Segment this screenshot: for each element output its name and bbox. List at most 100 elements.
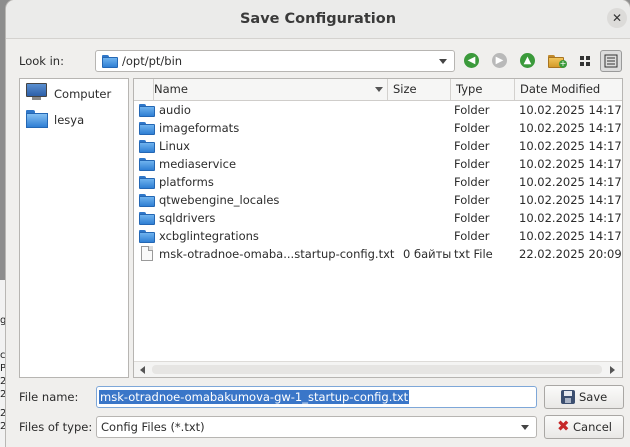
file-size: 0 байты bbox=[403, 247, 452, 261]
file-name-input[interactable]: msk-otradnoe-omabakumova-gw-1_startup-co… bbox=[96, 386, 537, 408]
sort-descending-icon bbox=[375, 87, 383, 92]
save-configuration-dialog: Save Configuration ✕ Look in: /opt/pt/bi… bbox=[6, 0, 630, 447]
file-type: Folder bbox=[454, 229, 490, 243]
file-row[interactable]: qtwebengine_locales Folder 10.02.2025 14… bbox=[134, 191, 622, 209]
plus-icon: + bbox=[559, 59, 567, 68]
floppy-disk-icon bbox=[561, 390, 575, 404]
scroll-left-icon[interactable] bbox=[140, 366, 145, 374]
folder-icon bbox=[139, 104, 155, 117]
sidebar-item-computer[interactable]: Computer bbox=[24, 81, 128, 105]
folder-icon bbox=[139, 140, 155, 153]
file-list-header: Name Size Type Date Modified bbox=[134, 79, 622, 101]
scroll-right-icon[interactable] bbox=[610, 366, 615, 374]
icon-view-button[interactable] bbox=[574, 50, 596, 72]
scrollbar-thumb[interactable] bbox=[152, 365, 602, 374]
file-date: 10.02.2025 14:17 bbox=[519, 175, 622, 189]
folder-icon bbox=[139, 176, 155, 189]
file-name: xcbglintegrations bbox=[159, 229, 259, 243]
forward-arrow-icon: ▶ bbox=[492, 53, 507, 68]
cancel-button[interactable]: ✖ Cancel bbox=[544, 415, 624, 439]
file-name: qtwebengine_locales bbox=[159, 193, 280, 207]
file-type: Folder bbox=[454, 121, 490, 135]
cancel-x-icon: ✖ bbox=[557, 417, 570, 435]
file-date: 10.02.2025 14:17 bbox=[519, 121, 622, 135]
file-row[interactable]: msk-otradnoe-omaba...startup-config.txt … bbox=[134, 245, 622, 263]
file-name: audio bbox=[159, 103, 191, 117]
file-type: txt File bbox=[454, 247, 493, 261]
file-name: mediaservice bbox=[159, 157, 237, 171]
file-date: 10.02.2025 14:17 bbox=[519, 193, 622, 207]
look-in-path: /opt/pt/bin bbox=[122, 54, 183, 68]
file-type-label: Files of type: bbox=[19, 420, 93, 434]
places-sidebar: Computer lesya bbox=[19, 78, 129, 378]
file-name: sqldrivers bbox=[159, 211, 216, 225]
back-button[interactable]: ◀ bbox=[461, 51, 483, 71]
file-date: 10.02.2025 14:17 bbox=[519, 157, 622, 171]
file-date: 10.02.2025 14:17 bbox=[519, 229, 622, 243]
chevron-down-icon bbox=[439, 59, 447, 64]
look-in-combobox[interactable]: /opt/pt/bin bbox=[95, 50, 455, 72]
file-list-view[interactable]: Name Size Type Date Modified audio Folde… bbox=[133, 78, 623, 378]
file-type: Folder bbox=[454, 193, 490, 207]
file-name-value: msk-otradnoe-omabakumova-gw-1_startup-co… bbox=[99, 390, 410, 404]
folder-icon bbox=[139, 158, 155, 171]
list-view-icon bbox=[604, 54, 618, 68]
file-name: imageformats bbox=[159, 121, 240, 135]
back-arrow-icon: ◀ bbox=[464, 53, 479, 68]
column-header-date-modified[interactable]: Date Modified bbox=[515, 79, 622, 100]
file-type: Folder bbox=[454, 175, 490, 189]
sidebar-item-label: lesya bbox=[54, 113, 85, 127]
file-row[interactable]: mediaservice Folder 10.02.2025 14:17 bbox=[134, 155, 622, 173]
file-row[interactable]: platforms Folder 10.02.2025 14:17 bbox=[134, 173, 622, 191]
detail-view-button[interactable] bbox=[600, 50, 622, 72]
computer-icon bbox=[26, 83, 47, 100]
forward-button[interactable]: ▶ bbox=[489, 51, 511, 71]
look-in-label: Look in: bbox=[19, 54, 64, 68]
new-folder-button[interactable]: + bbox=[545, 51, 567, 71]
title-bar: Save Configuration ✕ bbox=[6, 0, 630, 39]
file-date: 10.02.2025 14:17 bbox=[519, 211, 622, 225]
file-name: Linux bbox=[159, 139, 190, 153]
grid-view-icon bbox=[580, 56, 590, 66]
close-button[interactable]: ✕ bbox=[607, 8, 627, 28]
sidebar-item-lesya[interactable]: lesya bbox=[24, 107, 128, 131]
text-file-icon bbox=[141, 246, 153, 261]
up-arrow-icon: ▲ bbox=[520, 53, 535, 68]
file-row[interactable]: Linux Folder 10.02.2025 14:17 bbox=[134, 137, 622, 155]
file-row[interactable]: imageformats Folder 10.02.2025 14:17 bbox=[134, 119, 622, 137]
folder-icon bbox=[139, 122, 155, 135]
column-header-size[interactable]: Size bbox=[388, 79, 451, 100]
file-type: Folder bbox=[454, 103, 490, 117]
file-type: Folder bbox=[454, 211, 490, 225]
file-type-combobox[interactable]: Config Files (*.txt) bbox=[96, 416, 537, 438]
file-type: Folder bbox=[454, 139, 490, 153]
folder-icon bbox=[102, 55, 118, 68]
parent-directory-button[interactable]: ▲ bbox=[517, 51, 539, 71]
file-date: 10.02.2025 14:17 bbox=[519, 139, 622, 153]
home-folder-icon bbox=[26, 110, 48, 128]
file-row[interactable]: audio Folder 10.02.2025 14:17 bbox=[134, 101, 622, 119]
file-type: Folder bbox=[454, 157, 490, 171]
save-button-label: Save bbox=[579, 390, 608, 404]
file-name-label: File name: bbox=[19, 390, 79, 404]
file-date: 10.02.2025 14:17 bbox=[519, 103, 622, 117]
file-row[interactable]: xcbglintegrations Folder 10.02.2025 14:1… bbox=[134, 227, 622, 245]
chevron-down-icon bbox=[521, 425, 529, 430]
file-date: 22.02.2025 20:09 bbox=[519, 247, 622, 261]
dialog-title: Save Configuration bbox=[239, 11, 397, 27]
cancel-button-label: Cancel bbox=[573, 420, 612, 434]
column-header-type[interactable]: Type bbox=[451, 79, 515, 100]
close-icon: ✕ bbox=[611, 11, 623, 25]
file-name: msk-otradnoe-omaba...startup-config.txt bbox=[159, 247, 395, 261]
file-type-value: Config Files (*.txt) bbox=[101, 420, 205, 434]
folder-icon bbox=[139, 194, 155, 207]
bg-text: c bbox=[0, 350, 6, 361]
horizontal-scrollbar[interactable] bbox=[134, 361, 622, 377]
sidebar-item-label: Computer bbox=[54, 87, 112, 101]
file-row[interactable]: sqldrivers Folder 10.02.2025 14:17 bbox=[134, 209, 622, 227]
folder-icon bbox=[139, 230, 155, 243]
save-button[interactable]: Save bbox=[544, 385, 624, 409]
folder-icon bbox=[139, 212, 155, 225]
file-name: platforms bbox=[159, 175, 214, 189]
column-header-name[interactable]: Name bbox=[148, 79, 388, 100]
